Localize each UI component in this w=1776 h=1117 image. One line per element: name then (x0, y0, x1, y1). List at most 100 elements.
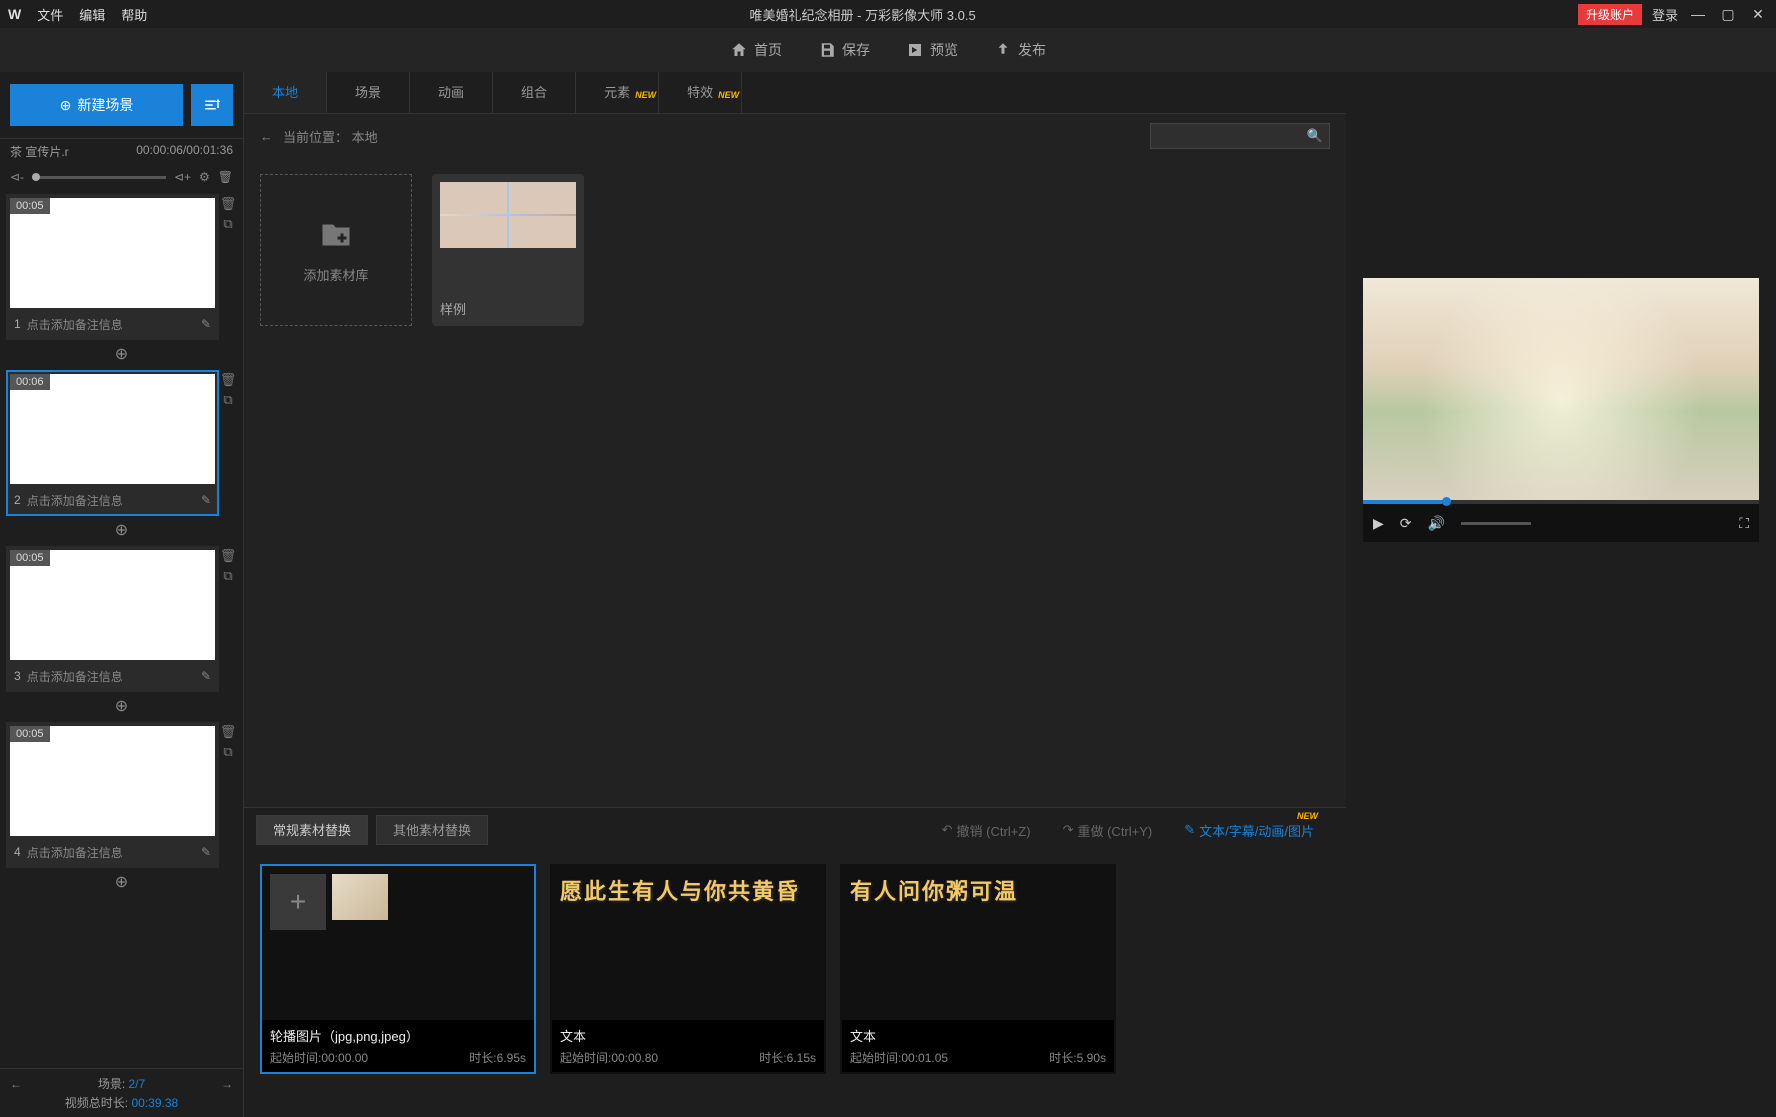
main-toolbar: 首页 保存 预览 发布 (0, 28, 1776, 72)
scene-note[interactable]: 点击添加备注信息 (27, 844, 201, 861)
delete-icon[interactable]: 🗑 (218, 170, 233, 184)
title-bar: W 文件 编辑 帮助 唯美婚礼纪念相册 - 万彩影像大师 3.0.5 升级账户 … (0, 0, 1776, 28)
menu-help[interactable]: 帮助 (121, 5, 147, 24)
vol-up-button[interactable]: ⊲+ (174, 170, 191, 184)
search-icon: 🔍 (1307, 128, 1323, 144)
maximize-button[interactable]: ▢ (1718, 6, 1738, 23)
copy-icon[interactable]: ⧉ (219, 216, 237, 232)
trash-icon[interactable]: 🗑 (219, 372, 237, 388)
minimize-button[interactable]: — (1688, 6, 1708, 22)
copy-icon[interactable]: ⧉ (219, 568, 237, 584)
back-button[interactable]: ← (260, 129, 273, 144)
add-scene-button[interactable]: ⊕ (6, 872, 237, 892)
home-button[interactable]: 首页 (730, 40, 782, 60)
next-scene-button[interactable]: → (221, 1077, 233, 1091)
add-scene-button[interactable]: ⊕ (6, 696, 237, 716)
scene-note[interactable]: 点击添加备注信息 (27, 316, 201, 333)
add-library-button[interactable]: 添加素材库 (260, 174, 412, 326)
file-name: 茶 宣传片.r (10, 143, 69, 160)
scene-panel: ⊕ 新建场景 茶 宣传片.r 00:00:06/00:01:36 ⊲- ⊲+ ⚙… (0, 72, 244, 1117)
publish-button[interactable]: 发布 (994, 40, 1046, 60)
asset-tabs: 本地场景动画组合元素NEW特效NEW (244, 72, 1346, 114)
new-scene-button[interactable]: ⊕ 新建场景 (10, 84, 183, 126)
text-preview: 愿此生有人与你共黄昏 (560, 874, 800, 906)
edit-icon[interactable]: ✎ (201, 317, 211, 331)
menu-file[interactable]: 文件 (37, 5, 63, 24)
home-icon (730, 41, 748, 59)
login-button[interactable]: 登录 (1652, 5, 1678, 24)
tab-特效[interactable]: 特效NEW (659, 72, 742, 113)
material-title: 文本 (850, 1026, 1106, 1045)
tab-组合[interactable]: 组合 (493, 72, 576, 113)
prev-scene-button[interactable]: ← (10, 1077, 22, 1091)
menu-edit[interactable]: 编辑 (79, 5, 105, 24)
settings-icon[interactable]: ⚙ (199, 170, 210, 184)
mute-button[interactable]: 🔊 (1428, 515, 1445, 532)
copy-icon[interactable]: ⧉ (219, 392, 237, 408)
image-thumb (332, 874, 388, 920)
scene-item[interactable]: 00:054点击添加备注信息✎ (6, 722, 219, 868)
scene-note[interactable]: 点击添加备注信息 (27, 492, 201, 509)
sort-button[interactable] (191, 84, 233, 126)
time-display: 00:00:06/00:01:36 (136, 143, 233, 160)
save-button[interactable]: 保存 (818, 40, 870, 60)
vol-down-button[interactable]: ⊲- (10, 170, 24, 184)
scene-time: 00:05 (10, 198, 50, 214)
assets-panel: 本地场景动画组合元素NEW特效NEW ← 当前位置： 本地 🔍 添加素材库 样例 (244, 72, 1346, 1117)
tab-动画[interactable]: 动画 (410, 72, 493, 113)
replace-tab[interactable]: 其他素材替换 (376, 815, 488, 845)
add-scene-button[interactable]: ⊕ (6, 520, 237, 540)
material-title: 轮播图片（jpg,png,jpeg） (270, 1026, 526, 1045)
scene-time: 00:05 (10, 550, 50, 566)
location-label: 当前位置： 本地 (283, 127, 378, 146)
app-logo: W (8, 6, 21, 22)
seek-bar[interactable] (1363, 500, 1759, 504)
fullscreen-button[interactable]: ⛶ (1739, 515, 1749, 532)
add-image-button[interactable]: + (270, 874, 326, 930)
add-scene-button[interactable]: ⊕ (6, 344, 237, 364)
upload-icon (994, 41, 1012, 59)
material-title: 文本 (560, 1026, 816, 1045)
edit-icon[interactable]: ✎ (201, 493, 211, 507)
scene-footer: ← 场景: 2/7 → 视频总时长: 00:39.38 (0, 1068, 243, 1117)
scene-list: 00:051点击添加备注信息✎🗑⧉⊕00:062点击添加备注信息✎🗑⧉⊕00:0… (0, 190, 243, 1068)
scene-item[interactable]: 00:062点击添加备注信息✎ (6, 370, 219, 516)
trash-icon[interactable]: 🗑 (219, 548, 237, 564)
replace-tab[interactable]: 常规素材替换 (256, 815, 368, 845)
loop-button[interactable]: ⟳ (1400, 515, 1412, 532)
preview-panel: ▶ ⟳ 🔊 ⛶ (1346, 72, 1776, 1117)
copy-icon[interactable]: ⧉ (219, 744, 237, 760)
scene-item[interactable]: 00:053点击添加备注信息✎ (6, 546, 219, 692)
trash-icon[interactable]: 🗑 (219, 724, 237, 740)
preview-viewport (1363, 278, 1759, 500)
play-button[interactable]: ▶ (1373, 515, 1384, 532)
edit-icon[interactable]: ✎ (201, 669, 211, 683)
scene-time: 00:05 (10, 726, 50, 742)
undo-button: ↶ 撤销 (Ctrl+Z) (942, 821, 1031, 840)
preview-button[interactable]: 预览 (906, 40, 958, 60)
tab-场景[interactable]: 场景 (327, 72, 410, 113)
preview-icon (906, 41, 924, 59)
window-title: 唯美婚礼纪念相册 - 万彩影像大师 3.0.5 (147, 5, 1578, 24)
tab-元素[interactable]: 元素NEW (576, 72, 659, 113)
tab-本地[interactable]: 本地 (244, 72, 327, 113)
material-item[interactable]: +轮播图片（jpg,png,jpeg）起始时间:00:00.00时长:6.95s (260, 864, 536, 1074)
trash-icon[interactable]: 🗑 (219, 196, 237, 212)
close-button[interactable]: ✕ (1748, 6, 1768, 23)
text-anim-button[interactable]: ✎ 文本/字幕/动画/图片 NEW (1184, 821, 1314, 840)
redo-button: ↷ 重做 (Ctrl+Y) (1063, 821, 1153, 840)
sort-icon (203, 96, 221, 114)
volume-slider[interactable] (32, 176, 166, 179)
preview-volume-slider[interactable] (1461, 522, 1531, 525)
edit-icon[interactable]: ✎ (201, 845, 211, 859)
scene-time: 00:06 (10, 374, 50, 390)
folder-add-icon (318, 217, 354, 253)
scene-note[interactable]: 点击添加备注信息 (27, 668, 201, 685)
search-input[interactable]: 🔍 (1150, 123, 1330, 149)
material-item[interactable]: 愿此生有人与你共黄昏文本起始时间:00:00.80时长:6.15s (550, 864, 826, 1074)
text-preview: 有人问你粥可温 (850, 874, 1018, 906)
material-item[interactable]: 有人问你粥可温文本起始时间:00:01.05时长:5.90s (840, 864, 1116, 1074)
sample-folder[interactable]: 样例 (432, 174, 584, 326)
scene-item[interactable]: 00:051点击添加备注信息✎ (6, 194, 219, 340)
upgrade-button[interactable]: 升级账户 (1578, 4, 1642, 25)
